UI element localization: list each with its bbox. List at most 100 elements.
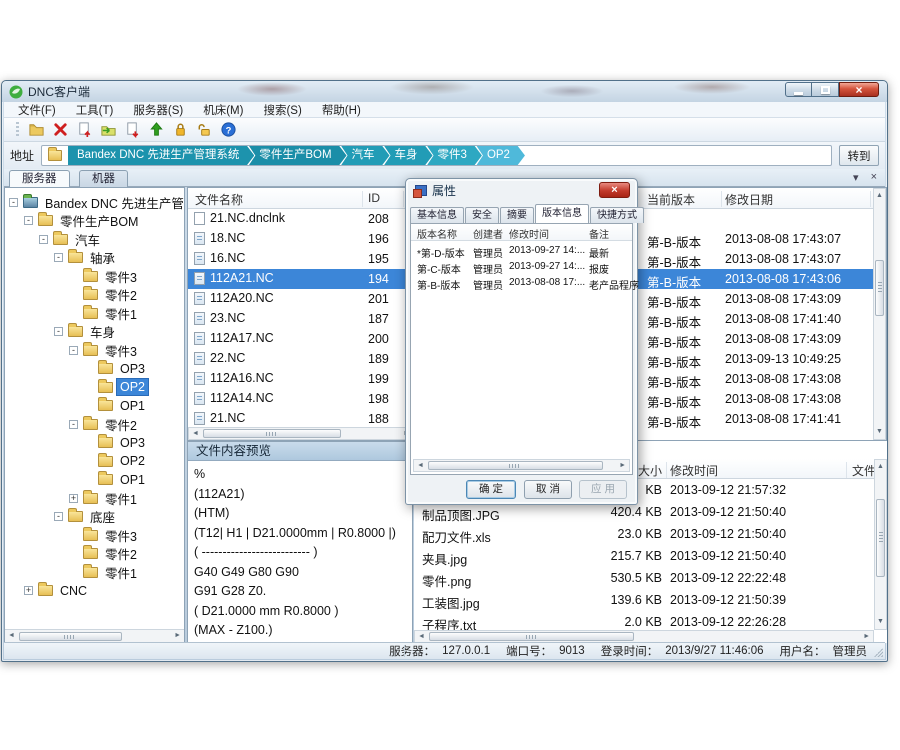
tree-item[interactable]: OP3 — [5, 360, 184, 379]
tree-item[interactable]: 车身 — [5, 323, 184, 342]
dialog-tab[interactable]: 安全 — [465, 207, 499, 223]
delete-icon[interactable] — [52, 121, 69, 138]
open-folder-icon[interactable] — [100, 121, 117, 138]
tree-item[interactable]: 汽车 — [5, 230, 184, 249]
tree-item[interactable]: 零件生产BOM — [5, 212, 184, 231]
column-header-creator[interactable]: 创建者 — [473, 226, 503, 241]
breadcrumb-segment[interactable]: OP2 — [476, 145, 525, 166]
scroll-thumb[interactable] — [428, 461, 603, 470]
tree-expander-icon[interactable] — [69, 346, 78, 355]
attachment-row[interactable]: 工装图.jpg 139.6 KB 2013-09-12 21:50:39 — [414, 589, 874, 611]
scroll-left-icon[interactable]: ◄ — [190, 429, 201, 439]
tree-item[interactable]: 零件1 — [5, 304, 184, 323]
tree-expander-icon[interactable] — [54, 512, 63, 521]
tree-expander-icon[interactable] — [69, 494, 78, 503]
tree-item[interactable]: 零件1 — [5, 563, 184, 582]
breadcrumb-segment[interactable]: Bandex DNC 先进生产管理系统 — [68, 145, 254, 166]
column-header-date[interactable]: 修改日期 — [725, 191, 773, 208]
scroll-up-icon[interactable]: ▲ — [876, 190, 883, 202]
cancel-button[interactable]: 取 消 — [524, 480, 572, 499]
export-file-icon[interactable] — [124, 121, 141, 138]
column-header-name[interactable]: 文件名称 — [195, 191, 243, 208]
tree-horizontal-scrollbar[interactable]: ◄ ► — [5, 629, 184, 642]
menu-item[interactable]: 工具(T) — [66, 102, 124, 118]
version-row[interactable]: *第-D-版本 管理员 2013-09-27 14:... 最新 — [411, 243, 632, 259]
attachment-vertical-scrollbar[interactable]: ▲ ▼ — [874, 459, 887, 630]
breadcrumb-segment[interactable]: 零件3 — [427, 145, 482, 166]
import-file-icon[interactable] — [76, 121, 93, 138]
tree-item[interactable]: 零件2 — [5, 415, 184, 434]
apply-button[interactable]: 应 用 — [579, 480, 627, 499]
tree-item[interactable]: 零件2 — [5, 545, 184, 564]
tree-expander-icon[interactable] — [24, 586, 33, 595]
file-list-horizontal-scrollbar[interactable]: ◄ ► — [188, 427, 414, 440]
scroll-thumb[interactable] — [203, 429, 341, 438]
tree-item[interactable]: 零件3 — [5, 267, 184, 286]
tree-expander-icon[interactable] — [69, 420, 78, 429]
file-list-vertical-scrollbar[interactable]: ▲ ▼ — [873, 188, 886, 440]
attachment-row[interactable]: 配刀文件.xls 23.0 KB 2013-09-12 21:50:40 — [414, 523, 874, 545]
column-header-version-name[interactable]: 版本名称 — [417, 226, 457, 241]
tree-expander-icon[interactable] — [54, 327, 63, 336]
tree-item[interactable]: OP2 — [5, 378, 184, 397]
unlock-icon[interactable] — [196, 121, 213, 138]
help-icon[interactable]: ? — [220, 121, 237, 138]
attachment-row[interactable]: 零件.png 530.5 KB 2013-09-12 22:22:48 — [414, 567, 874, 589]
column-header-time[interactable]: 修改时间 — [670, 462, 718, 479]
tree-item[interactable]: OP2 — [5, 452, 184, 471]
scroll-left-icon[interactable]: ◄ — [415, 461, 426, 471]
scroll-right-icon[interactable]: ► — [617, 461, 628, 471]
tab-machine[interactable]: 机器 — [79, 170, 128, 187]
scroll-left-icon[interactable]: ◄ — [416, 632, 427, 642]
dialog-close-button[interactable]: × — [599, 182, 630, 198]
tree-item[interactable]: OP3 — [5, 434, 184, 453]
tree-expander-icon[interactable] — [24, 216, 33, 225]
tree-item[interactable]: 底座 — [5, 508, 184, 527]
menu-item[interactable]: 帮助(H) — [312, 102, 371, 118]
tab-server[interactable]: 服务器 — [9, 170, 70, 187]
tree-expander-icon[interactable] — [54, 253, 63, 262]
dialog-tab[interactable]: 摘要 — [500, 207, 534, 223]
scroll-up-icon[interactable]: ▲ — [877, 461, 884, 473]
tree-item[interactable]: 零件2 — [5, 286, 184, 305]
tree-item[interactable]: 零件1 — [5, 489, 184, 508]
menu-item[interactable]: 机床(M) — [193, 102, 253, 118]
lock-icon[interactable] — [172, 121, 189, 138]
upload-icon[interactable] — [148, 121, 165, 138]
column-header-modified[interactable]: 修改时间 — [509, 226, 549, 241]
breadcrumb-segment[interactable]: 零件生产BOM — [248, 145, 346, 166]
scroll-left-icon[interactable]: ◄ — [6, 631, 17, 641]
scroll-thumb[interactable] — [876, 499, 885, 577]
tree-expander-icon[interactable] — [9, 198, 18, 207]
breadcrumb-segment[interactable]: 车身 — [384, 145, 433, 166]
column-header-id[interactable]: ID — [368, 191, 380, 205]
scroll-thumb[interactable] — [429, 632, 634, 641]
address-input[interactable]: Bandex DNC 先进生产管理系统零件生产BOM汽车车身零件3OP2 — [41, 145, 832, 166]
scroll-down-icon[interactable]: ▼ — [877, 616, 884, 628]
version-row[interactable]: 第-B-版本 管理员 2013-08-08 17:... 老产品程序 — [411, 275, 632, 291]
scroll-thumb[interactable] — [875, 260, 884, 316]
dialog-tab[interactable]: 快捷方式 — [590, 207, 644, 223]
new-folder-icon[interactable] — [28, 121, 45, 138]
column-header-note[interactable]: 备注 — [589, 226, 609, 241]
ok-button[interactable]: 确 定 — [466, 480, 516, 499]
tree-item[interactable]: OP1 — [5, 397, 184, 416]
tree-item[interactable]: 轴承 — [5, 249, 184, 268]
go-button[interactable]: 转到 — [839, 145, 879, 166]
menu-item[interactable]: 搜索(S) — [253, 102, 311, 118]
menu-item[interactable]: 服务器(S) — [123, 102, 193, 118]
dialog-tab[interactable]: 版本信息 — [535, 204, 589, 223]
tree-item[interactable]: Bandex DNC 先进生产管理系统 — [5, 193, 184, 212]
breadcrumb-segment[interactable]: 汽车 — [341, 145, 390, 166]
menu-item[interactable]: 文件(F) — [8, 102, 66, 118]
tree-item[interactable]: 零件3 — [5, 341, 184, 360]
dialog-horizontal-scrollbar[interactable]: ◄ ► — [413, 459, 630, 472]
scroll-right-icon[interactable]: ► — [172, 631, 183, 641]
version-row[interactable]: 第-C-版本 管理员 2013-09-27 14:... 报废 — [411, 259, 632, 275]
dialog-tab[interactable]: 基本信息 — [410, 207, 464, 223]
maximize-button[interactable] — [812, 82, 839, 97]
scroll-down-icon[interactable]: ▼ — [876, 426, 883, 438]
pane-dropdown-icon[interactable]: ▾ — [853, 171, 859, 184]
tree-item[interactable]: 零件3 — [5, 526, 184, 545]
column-header-version[interactable]: 当前版本 — [647, 191, 695, 208]
